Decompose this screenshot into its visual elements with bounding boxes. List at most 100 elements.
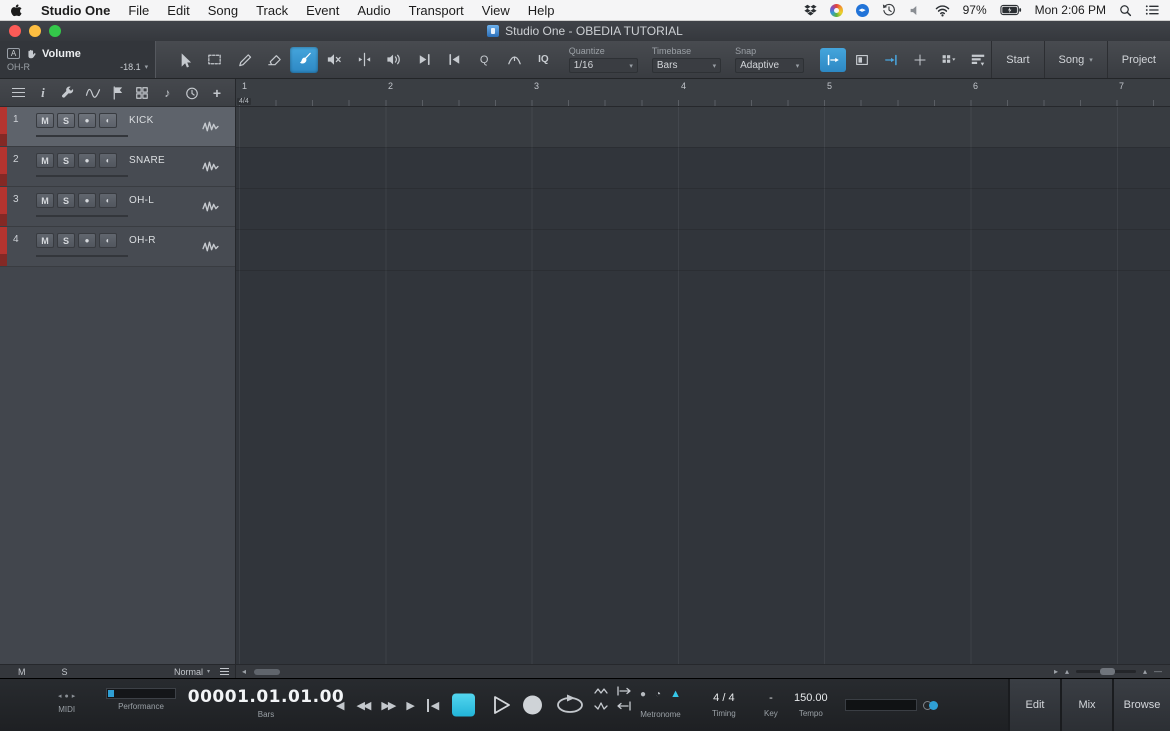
- automation-parameter-panel[interactable]: A Volume OH-R -18.1 ▾: [0, 41, 157, 78]
- autoscroll-button[interactable]: [820, 47, 847, 72]
- track-volume-slider[interactable]: [36, 175, 128, 177]
- mute-tool-button[interactable]: [320, 47, 348, 73]
- arrow-tool-button[interactable]: [170, 47, 198, 73]
- crosshair-button[interactable]: [907, 48, 933, 72]
- record-enable-button[interactable]: ●: [78, 193, 96, 208]
- track-row-oh-r[interactable]: 4 M S ● ◐ OH-R: [0, 227, 235, 267]
- record-arm-strip[interactable]: [0, 147, 7, 186]
- track-size-mode-select[interactable]: Normal ▾: [174, 667, 229, 677]
- key-value[interactable]: -: [769, 690, 773, 706]
- track-list-empty-area[interactable]: [0, 267, 235, 664]
- menu-view[interactable]: View: [482, 3, 510, 18]
- monitor-button[interactable]: ◐: [99, 233, 117, 248]
- spotlight-search-icon[interactable]: [1119, 4, 1132, 17]
- edit-panel-button[interactable]: Edit: [1008, 679, 1060, 731]
- tempo-clock-icon[interactable]: [182, 83, 202, 103]
- mix-panel-button[interactable]: Mix: [1060, 679, 1112, 731]
- nudge-right-icon-button[interactable]: [410, 47, 438, 73]
- track-layers-button[interactable]: [965, 48, 991, 72]
- track-volume-slider[interactable]: [36, 255, 128, 257]
- play-button[interactable]: [489, 693, 513, 717]
- track-volume-slider[interactable]: [36, 135, 128, 137]
- pencil-tool-button[interactable]: [230, 47, 258, 73]
- menu-transport[interactable]: Transport: [409, 3, 464, 18]
- menu-audio[interactable]: Audio: [357, 3, 390, 18]
- mute-button[interactable]: M: [36, 153, 54, 168]
- grid-options-button[interactable]: [936, 48, 962, 72]
- range-tool-button[interactable]: [200, 47, 228, 73]
- mute-button[interactable]: M: [36, 233, 54, 248]
- solo-button[interactable]: S: [57, 193, 75, 208]
- metronome-setup-icon[interactable]: ◔: [655, 689, 661, 700]
- setup-wrench-icon[interactable]: [58, 83, 78, 103]
- input-quantize-label[interactable]: IQ: [538, 54, 549, 65]
- key-block[interactable]: - Key: [764, 690, 778, 718]
- punch-out-icon[interactable]: [616, 701, 632, 711]
- apple-menu-icon[interactable]: [10, 3, 23, 17]
- menu-edit[interactable]: Edit: [167, 3, 189, 18]
- menu-help[interactable]: Help: [528, 3, 555, 18]
- global-solo-button[interactable]: S: [62, 667, 68, 677]
- track-volume-slider[interactable]: [36, 215, 128, 217]
- monitor-button[interactable]: ◐: [99, 193, 117, 208]
- browse-panel-button[interactable]: Browse: [1112, 679, 1170, 731]
- record-enable-button[interactable]: ●: [78, 113, 96, 128]
- zoom-out-icon[interactable]: ▴: [1065, 667, 1069, 676]
- song-page-button[interactable]: Song ▾: [1043, 41, 1107, 78]
- rewind-button[interactable]: ◀◀: [356, 699, 371, 712]
- wifi-icon[interactable]: [935, 4, 950, 17]
- track-name[interactable]: OH-L: [129, 195, 154, 206]
- start-page-button[interactable]: Start: [991, 41, 1043, 78]
- battery-icon[interactable]: [999, 4, 1022, 16]
- time-signature-value[interactable]: 4 / 4: [713, 690, 734, 706]
- record-button[interactable]: [523, 695, 542, 715]
- solo-button[interactable]: S: [57, 113, 75, 128]
- track-list-menu-icon[interactable]: [8, 83, 28, 103]
- time-display-block[interactable]: 00001.01.01.00 Bars: [188, 687, 344, 719]
- add-track-button[interactable]: +: [207, 83, 227, 103]
- chevron-down-icon[interactable]: ▾: [145, 63, 149, 71]
- menubar-clock[interactable]: Mon 2:06 PM: [1035, 3, 1106, 17]
- mute-button[interactable]: M: [36, 193, 54, 208]
- quantize-q-button[interactable]: Q: [470, 47, 498, 73]
- color-wheel-icon[interactable]: [829, 3, 843, 17]
- marker-flag-icon[interactable]: [108, 83, 128, 103]
- zoom-slider[interactable]: [1075, 668, 1136, 675]
- punch-in-icon[interactable]: [616, 686, 632, 696]
- stop-button[interactable]: [452, 693, 475, 717]
- menu-track[interactable]: Track: [256, 3, 288, 18]
- timebase-select[interactable]: Bars ▾: [651, 58, 722, 73]
- record-arm-strip[interactable]: [0, 107, 7, 146]
- fast-forward-button[interactable]: ▶▶: [381, 699, 396, 712]
- performance-meter-block[interactable]: Performance: [106, 688, 176, 711]
- bend-marker-tool-button[interactable]: [500, 47, 528, 73]
- previous-bar-button[interactable]: ◀: [336, 699, 344, 712]
- automation-curve-icon[interactable]: [83, 83, 103, 103]
- menu-file[interactable]: File: [128, 3, 149, 18]
- menu-song[interactable]: Song: [208, 3, 238, 18]
- scroll-right-icon[interactable]: ▸: [1054, 667, 1058, 676]
- time-unit-label[interactable]: Bars: [258, 710, 274, 719]
- note-grid-icon[interactable]: ♪: [157, 83, 177, 103]
- track-row-oh-l[interactable]: 3 M S ● ◐ OH-L: [0, 187, 235, 227]
- next-bar-button[interactable]: ▶: [406, 699, 414, 712]
- solo-button[interactable]: S: [57, 153, 75, 168]
- blue-badge-icon[interactable]: ◂▸: [855, 3, 869, 17]
- eraser-tool-button[interactable]: [260, 47, 288, 73]
- scroll-left-icon[interactable]: ◂: [242, 667, 246, 676]
- locate-cursor-button[interactable]: [878, 48, 904, 72]
- zoom-preset-icon[interactable]: —: [1154, 667, 1162, 676]
- record-enable-button[interactable]: ●: [78, 153, 96, 168]
- track-row-snare[interactable]: 2 M S ● ◐ SNARE: [0, 147, 235, 187]
- tempo-value[interactable]: 150.00: [794, 690, 828, 706]
- metronome-on-icon[interactable]: ▲: [670, 688, 681, 700]
- timeline-ruler[interactable]: 1 2 3 4 5 6 7 4/4: [236, 79, 1170, 107]
- volume-icon[interactable]: [909, 4, 922, 17]
- precount-wave-icon[interactable]: [594, 686, 608, 696]
- solo-button[interactable]: S: [57, 233, 75, 248]
- zoom-in-icon[interactable]: ▴: [1143, 667, 1147, 676]
- loop-button[interactable]: [553, 694, 587, 716]
- menu-app-name[interactable]: Studio One: [41, 3, 110, 18]
- history-icon[interactable]: [882, 3, 896, 17]
- record-enable-button[interactable]: ●: [78, 233, 96, 248]
